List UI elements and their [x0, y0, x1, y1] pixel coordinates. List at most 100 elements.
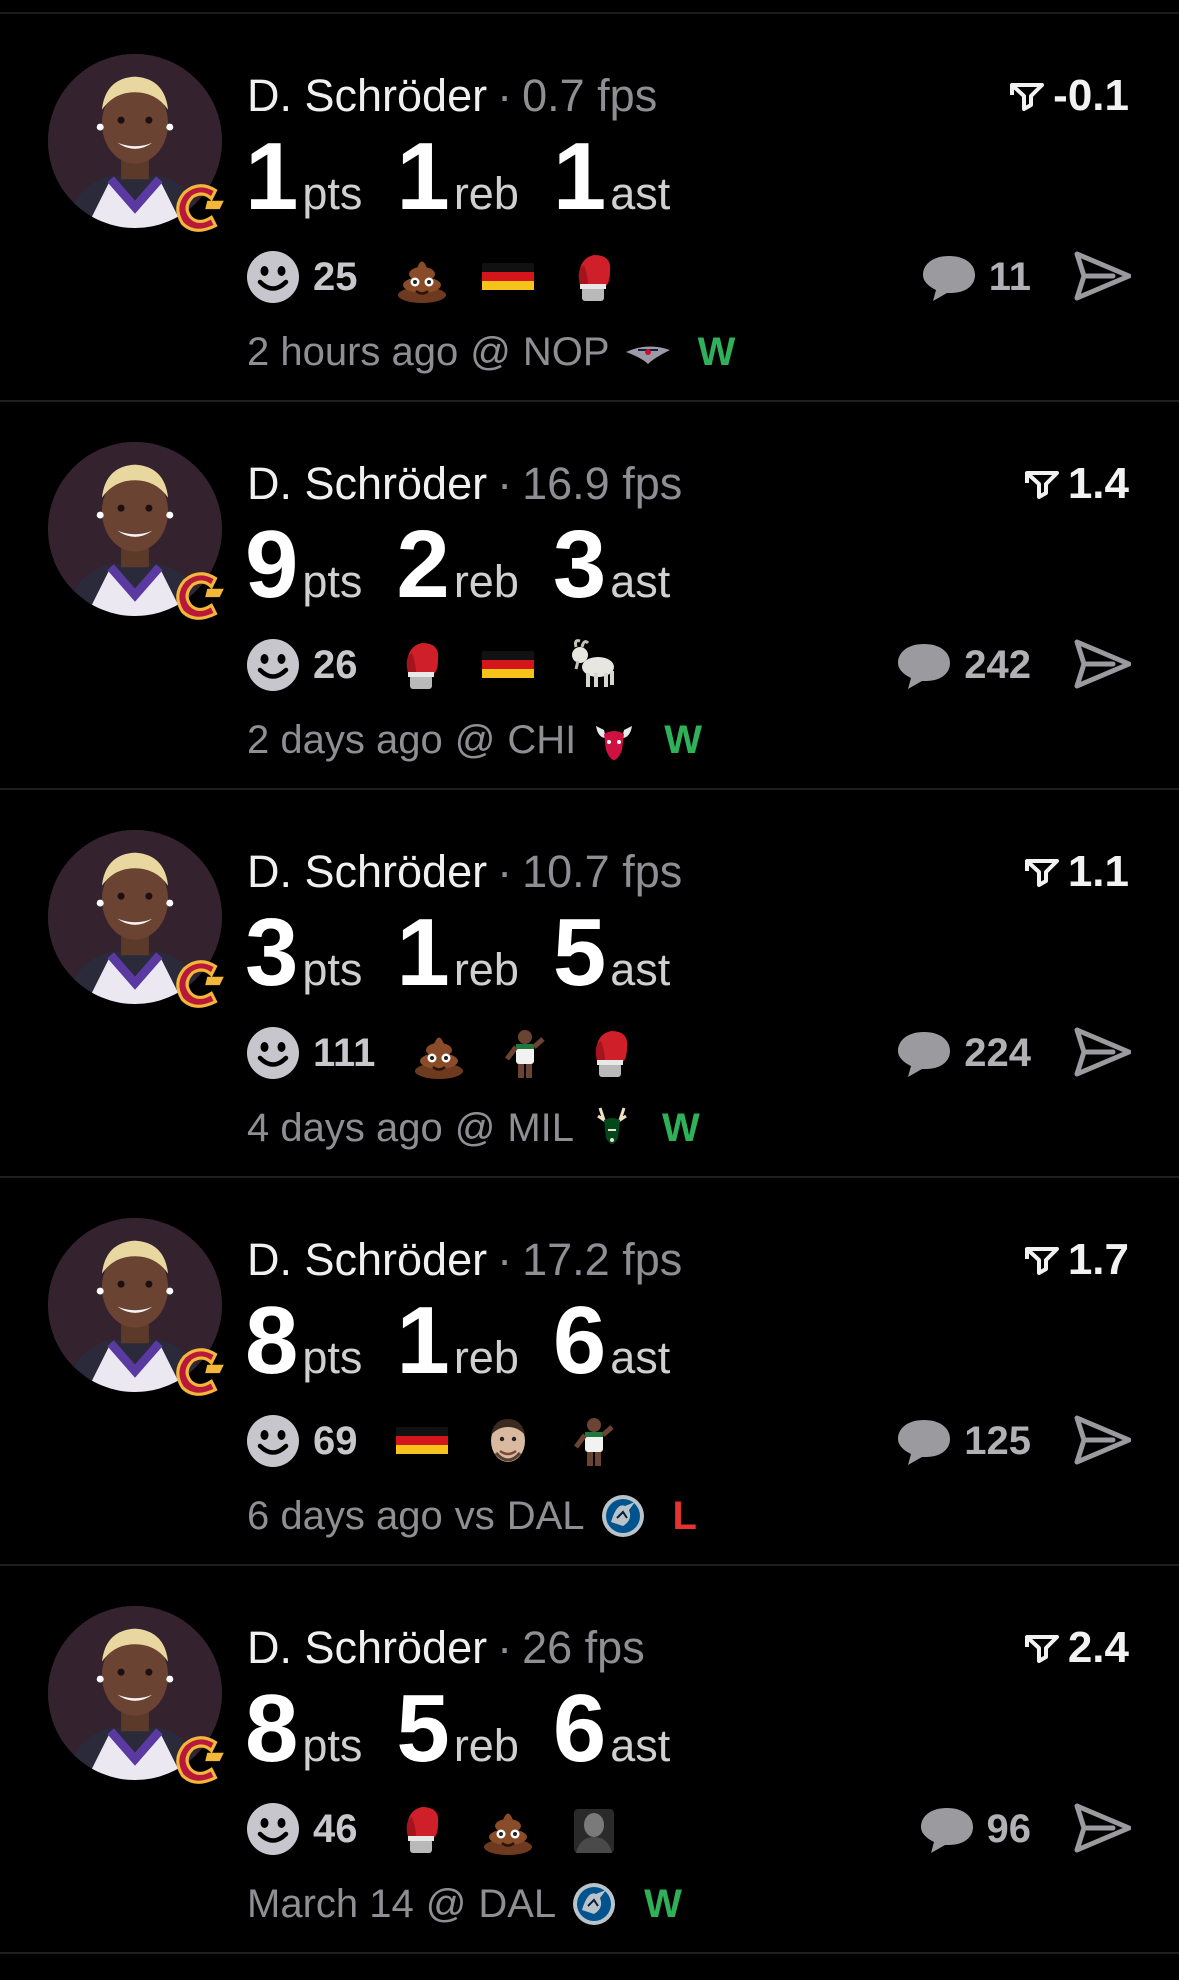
rebounds-value: 2 — [396, 511, 450, 618]
assists-label: ast — [610, 1720, 671, 1771]
share-send-icon[interactable] — [1073, 638, 1131, 690]
rating-value: 1.7 — [1067, 1235, 1129, 1284]
germany-flag[interactable] — [394, 1413, 450, 1469]
comment-bubble-icon — [919, 1804, 975, 1854]
game-time: March 14 — [247, 1881, 414, 1926]
add-reaction-smile-icon[interactable] — [245, 1025, 301, 1081]
player-line: D. Schröder · 26 fps — [247, 1618, 645, 1678]
boxing-glove-emoji[interactable] — [394, 1801, 450, 1857]
player-sticker[interactable] — [566, 1413, 622, 1469]
germany-flag[interactable] — [480, 249, 536, 305]
rating-flag-icon — [1024, 1633, 1060, 1663]
reaction-count[interactable]: 25 — [313, 255, 358, 300]
share-send-icon[interactable] — [1073, 1802, 1131, 1854]
share-send-icon[interactable] — [1073, 250, 1131, 302]
feed-card[interactable]: D. Schröder · 26 fps 2.4 8 pts 5 reb 6 ast 46 96 Mar… — [0, 1566, 1179, 1954]
share-send-icon[interactable] — [1073, 1414, 1131, 1466]
separator: · — [497, 458, 513, 509]
feed-card[interactable]: D. Schröder · 0.7 fps -0.1 1 pts 1 reb 1 ast 25 11 2… — [0, 14, 1179, 402]
top-divider — [0, 0, 1179, 14]
game-time: 6 days ago — [247, 1493, 443, 1538]
boxing-glove-emoji[interactable] — [566, 249, 622, 305]
stat-line: 8 pts 1 reb 6 ast — [245, 1286, 704, 1396]
separator: · — [497, 1234, 513, 1285]
opponent-abbr: DAL — [506, 1493, 585, 1538]
reaction-count[interactable]: 111 — [313, 1031, 375, 1076]
comments-button[interactable]: 242 — [896, 634, 1031, 696]
rating-score: 1.1 — [1024, 842, 1129, 902]
comments-button[interactable]: 11 — [921, 246, 1031, 308]
player-name[interactable]: D. Schröder — [247, 70, 487, 121]
points-label: pts — [302, 1332, 363, 1383]
game-result: W — [644, 1881, 682, 1926]
game-info: 6 days ago vs DAL L — [247, 1492, 697, 1540]
game-time: 4 days ago — [247, 1105, 443, 1150]
person-sticker[interactable] — [566, 1801, 622, 1857]
opponent-abbr: NOP — [522, 329, 610, 374]
comments-button[interactable]: 224 — [896, 1022, 1031, 1084]
rebounds-label: reb — [453, 944, 519, 995]
add-reaction-smile-icon[interactable] — [245, 1413, 301, 1469]
comment-count: 242 — [964, 642, 1031, 687]
share-send-icon[interactable] — [1073, 1026, 1131, 1078]
fantasy-points: 17.2 fps — [522, 1234, 683, 1285]
game-time: 2 hours ago — [247, 329, 459, 374]
face-sticker[interactable] — [480, 1413, 536, 1469]
germany-flag[interactable] — [480, 637, 536, 693]
poop-emoji[interactable] — [411, 1025, 467, 1081]
reaction-count[interactable]: 26 — [313, 643, 358, 688]
boxing-glove-emoji[interactable] — [583, 1025, 639, 1081]
goat-emoji[interactable] — [566, 637, 622, 693]
stat-rebounds: 5 reb — [396, 1674, 518, 1784]
reactions-bar: 69 — [245, 1410, 652, 1472]
stat-assists: 5 ast — [553, 898, 670, 1008]
player-name[interactable]: D. Schröder — [247, 1234, 487, 1285]
player-sticker[interactable] — [497, 1025, 553, 1081]
player-line: D. Schröder · 10.7 fps — [247, 842, 682, 902]
bucks-logo-icon — [588, 1104, 636, 1152]
comment-bubble-icon — [896, 1028, 952, 1078]
game-time: 2 days ago — [247, 717, 443, 762]
cavaliers-logo-icon — [168, 952, 230, 1014]
stat-assists: 1 ast — [553, 122, 670, 232]
add-reaction-smile-icon[interactable] — [245, 249, 301, 305]
reaction-count[interactable]: 46 — [313, 1807, 358, 1852]
comments-button[interactable]: 125 — [896, 1410, 1031, 1472]
rating-score: 1.7 — [1024, 1230, 1129, 1290]
add-reaction-smile-icon[interactable] — [245, 637, 301, 693]
rating-score: 2.4 — [1024, 1618, 1129, 1678]
feed-card[interactable]: D. Schröder · 17.2 fps 1.7 8 pts 1 reb 6 ast 69 125… — [0, 1178, 1179, 1566]
stat-line: 1 pts 1 reb 1 ast — [245, 122, 704, 232]
stat-assists: 6 ast — [553, 1286, 670, 1396]
poop-emoji[interactable] — [480, 1801, 536, 1857]
stat-line: 3 pts 1 reb 5 ast — [245, 898, 704, 1008]
rebounds-label: reb — [453, 168, 519, 219]
separator: · — [497, 1622, 513, 1673]
reaction-count[interactable]: 69 — [313, 1419, 358, 1464]
assists-label: ast — [610, 944, 671, 995]
rating-value: 1.1 — [1067, 847, 1129, 896]
stat-points: 3 pts — [245, 898, 362, 1008]
game-info: March 14 @ DAL W — [247, 1880, 682, 1928]
mavericks-logo-icon — [599, 1492, 647, 1540]
stat-points: 8 pts — [245, 1674, 362, 1784]
feed-card[interactable]: D. Schröder · 10.7 fps 1.1 3 pts 1 reb 5 ast 111 22… — [0, 790, 1179, 1178]
player-name[interactable]: D. Schröder — [247, 1622, 487, 1673]
assists-value: 6 — [552, 1675, 607, 1782]
assists-label: ast — [610, 168, 671, 219]
player-name[interactable]: D. Schröder — [247, 846, 487, 897]
comment-count: 125 — [964, 1418, 1031, 1463]
points-value: 8 — [245, 1287, 299, 1394]
rating-score: 1.4 — [1024, 454, 1129, 514]
cavaliers-logo-icon — [168, 564, 230, 626]
rating-flag-icon — [1024, 469, 1060, 499]
feed-card[interactable]: D. Schröder · 16.9 fps 1.4 9 pts 2 reb 3 ast 26 242… — [0, 402, 1179, 790]
boxing-glove-emoji[interactable] — [394, 637, 450, 693]
player-name[interactable]: D. Schröder — [247, 458, 487, 509]
comment-count: 224 — [964, 1030, 1031, 1075]
points-value: 8 — [245, 1675, 299, 1782]
poop-emoji[interactable] — [394, 249, 450, 305]
comments-button[interactable]: 96 — [919, 1798, 1031, 1860]
rating-flag-icon — [1009, 81, 1045, 111]
add-reaction-smile-icon[interactable] — [245, 1801, 301, 1857]
